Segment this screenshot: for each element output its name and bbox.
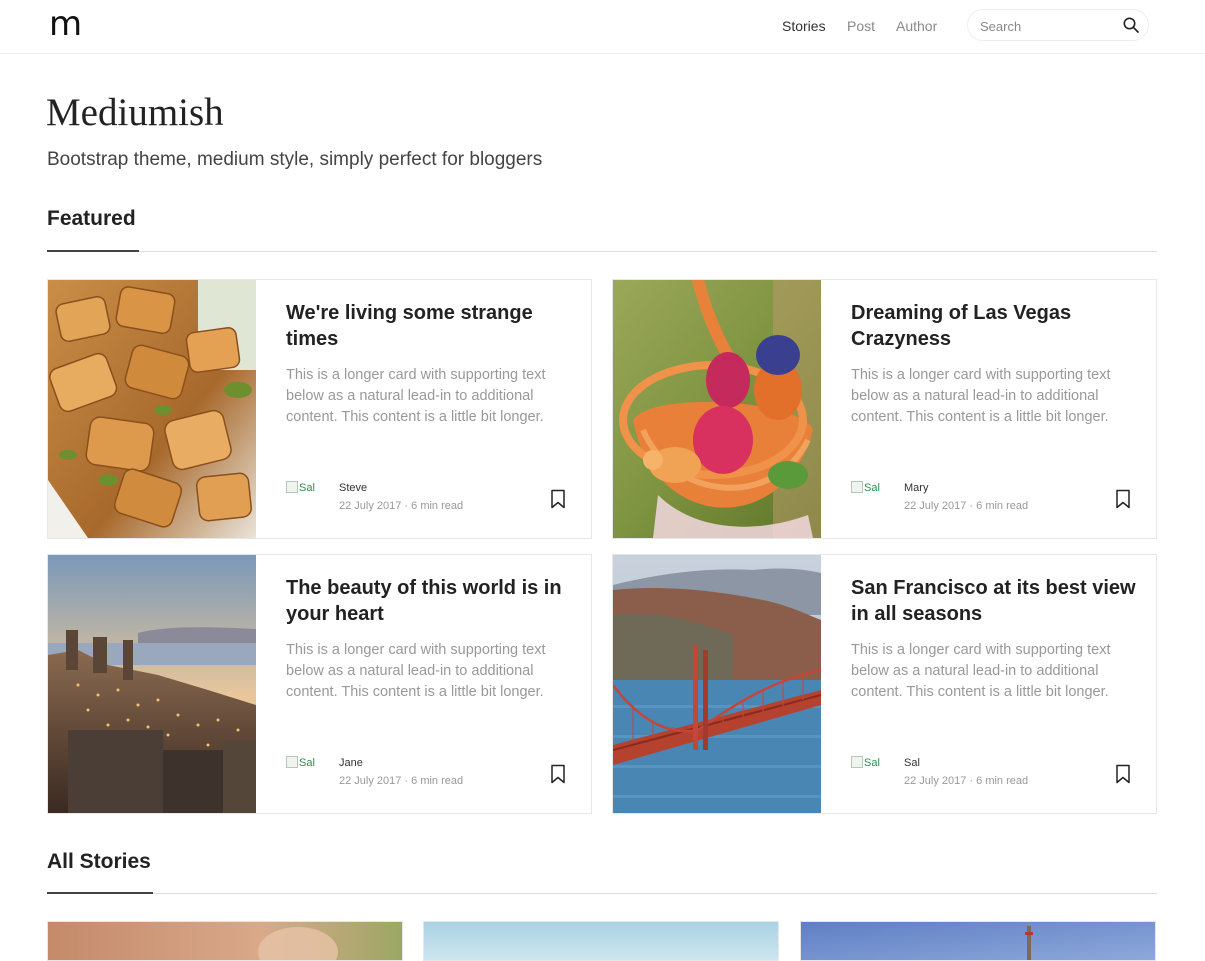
author-name[interactable]: Sal [904,756,920,770]
broken-image-icon [851,756,863,768]
author-name[interactable]: Steve [339,481,367,495]
section-title-all-stories: All Stories [47,850,151,873]
story-card-image[interactable] [47,921,403,961]
story-card-image[interactable] [800,921,1156,961]
bookmark-icon[interactable] [1115,489,1131,509]
card-title[interactable]: San Francisco at its best view in all se… [851,575,1141,627]
bookmark-icon[interactable] [550,489,566,509]
site-description: Bootstrap theme, medium style, simply pe… [47,149,543,170]
post-meta: 22 July 2017 · 6 min read [904,775,1029,787]
post-meta: 22 July 2017 · 6 min read [339,775,464,787]
site-title: Mediumish [46,91,224,134]
card-text: This is a longer card with supporting te… [851,642,1111,700]
featured-card[interactable]: The beauty of this world is in your hear… [47,554,592,814]
broken-image-icon [286,756,298,768]
section-divider [47,893,1157,894]
section-underline [47,892,153,894]
avatar-alt-text: Sal [299,757,315,769]
avatar[interactable]: Sal [286,481,322,497]
card-title[interactable]: The beauty of this world is in your hear… [286,575,576,627]
section-title-featured: Featured [47,207,136,230]
section-divider [47,251,1157,252]
card-text: This is a longer card with supporting te… [286,367,546,425]
bookmark-icon[interactable] [1115,764,1131,784]
story-card-image[interactable] [423,921,779,961]
search-box [967,9,1149,41]
nav-link-author[interactable]: Author [896,17,937,35]
avatar-alt-text: Sal [299,482,315,494]
author-name[interactable]: Mary [904,481,928,495]
top-navbar: m Stories Post Author [0,0,1205,54]
site-logo[interactable]: m [49,4,82,44]
broken-image-icon [286,481,298,493]
featured-card[interactable]: We're living some strange times This is … [47,279,592,539]
nav-link-post[interactable]: Post [847,17,875,35]
post-meta: 22 July 2017 · 6 min read [339,500,464,512]
card-title[interactable]: We're living some strange times [286,300,576,352]
post-meta: 22 July 2017 · 6 min read [904,500,1029,512]
broken-image-icon [851,481,863,493]
avatar[interactable]: Sal [286,756,322,772]
card-image-chicken-salad[interactable] [48,280,256,538]
card-image-golden-gate-bridge[interactable] [613,555,821,813]
avatar-alt-text: Sal [864,757,880,769]
featured-card[interactable]: Dreaming of Las Vegas Crazyness This is … [612,279,1157,539]
card-text: This is a longer card with supporting te… [851,367,1111,425]
nav-link-stories[interactable]: Stories [782,17,826,35]
section-underline [47,250,139,252]
search-input[interactable] [980,16,1115,36]
avatar[interactable]: Sal [851,756,887,772]
author-name[interactable]: Jane [339,756,363,770]
card-image-city-sunset[interactable] [48,555,256,813]
search-icon[interactable] [1122,16,1140,34]
bookmark-icon[interactable] [550,764,566,784]
avatar-alt-text: Sal [864,482,880,494]
featured-card[interactable]: San Francisco at its best view in all se… [612,554,1157,814]
card-image-easter-basket[interactable] [613,280,821,538]
card-title[interactable]: Dreaming of Las Vegas Crazyness [851,300,1141,352]
avatar[interactable]: Sal [851,481,887,497]
card-text: This is a longer card with supporting te… [286,642,546,700]
